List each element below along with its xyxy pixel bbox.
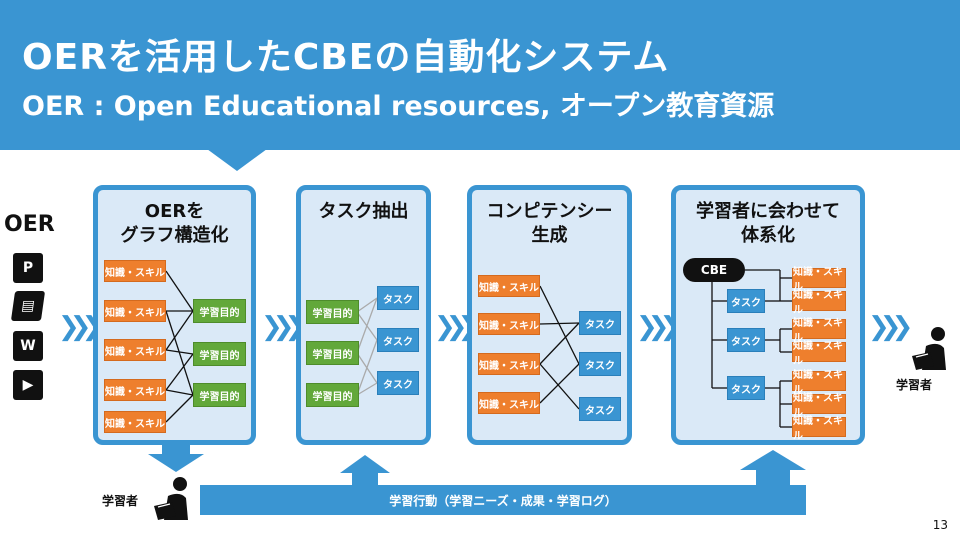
learner-label-right: 学習者 (896, 378, 933, 392)
learning-goal-box: 学習目的 (193, 342, 246, 366)
knowledge-skill-box: 知識・スキル (792, 290, 846, 316)
learning-goal-box: 学習目的 (193, 383, 246, 407)
knowledge-skill-box: 知識・スキル (792, 267, 846, 293)
knowledge-skill-box: 知識・スキル (792, 393, 846, 419)
learning-goal-box: 学習目的 (306, 300, 359, 324)
knowledge-skill-box: 知識・スキル (792, 318, 846, 344)
learning-activity-feedback-bar: 学習行動（学習ニーズ・成果・学習ログ） (200, 485, 806, 515)
learner-label-left: 学習者 (102, 494, 139, 508)
knowledge-skill-box: 知識・スキル (104, 411, 166, 433)
knowledge-skill-box: 知識・スキル (478, 392, 540, 414)
task-box: タスク (579, 311, 621, 335)
knowledge-skill-box: 知識・スキル (792, 341, 846, 367)
knowledge-skill-box: 知識・スキル (478, 275, 540, 297)
learning-goal-box: 学習目的 (306, 341, 359, 365)
page-number: 13 (932, 518, 948, 532)
task-box: タスク (377, 328, 419, 352)
knowledge-skill-box: 知識・スキル (478, 353, 540, 375)
knowledge-skill-box: 知識・スキル (104, 379, 166, 401)
task-box: タスク (727, 376, 765, 400)
learning-goal-box: 学習目的 (306, 383, 359, 407)
down-arrow (148, 444, 204, 472)
task-box: タスク (377, 286, 419, 310)
learning-goal-box: 学習目的 (193, 299, 246, 323)
knowledge-skill-box: 知識・スキル (104, 260, 166, 282)
knowledge-skill-box: 知識・スキル (478, 313, 540, 335)
task-box: タスク (579, 397, 621, 421)
knowledge-skill-box: 知識・スキル (104, 339, 166, 361)
up-arrow (340, 455, 390, 487)
knowledge-skill-box: 知識・スキル (792, 416, 846, 442)
knowledge-skill-box: 知識・スキル (104, 300, 166, 322)
knowledge-skill-box: 知識・スキル (792, 370, 846, 396)
task-box: タスク (727, 289, 765, 313)
task-box: タスク (579, 352, 621, 376)
learner-icon (154, 477, 188, 520)
task-box: タスク (377, 371, 419, 395)
learner-icon (912, 327, 946, 370)
up-arrow-corner (740, 450, 806, 488)
cbe-root-node: CBE (683, 258, 745, 282)
task-box: タスク (727, 328, 765, 352)
